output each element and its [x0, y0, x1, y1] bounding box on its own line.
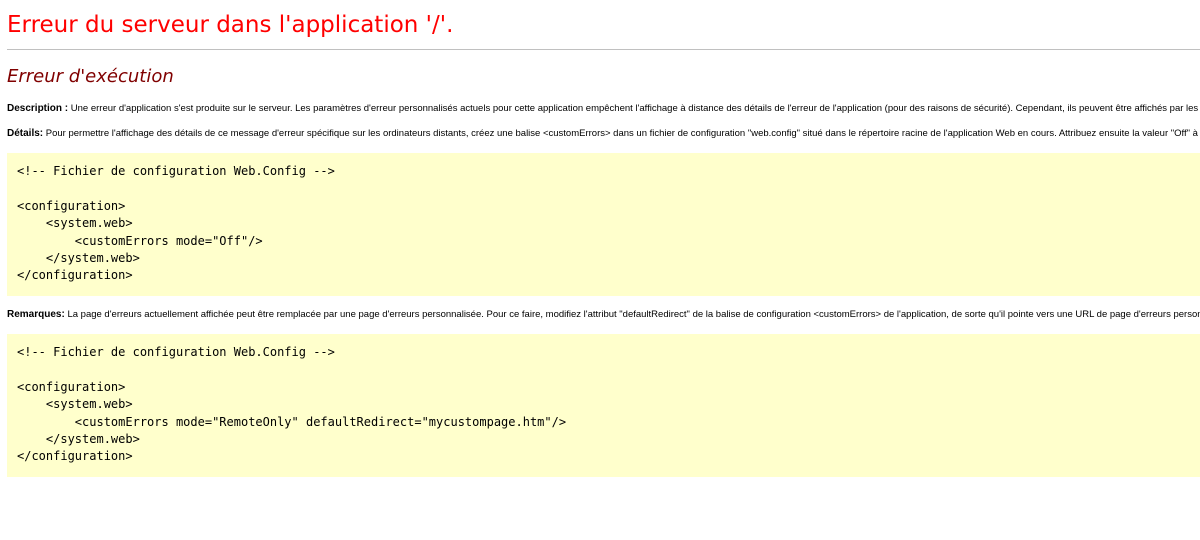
- code-block-config-remoteonly: <!-- Fichier de configuration Web.Config…: [7, 334, 1200, 477]
- remarks-paragraph: Remarques: La page d'erreurs actuellemen…: [7, 308, 1200, 322]
- error-page: Erreur du serveur dans l'application '/'…: [0, 0, 1200, 540]
- remarks-label: Remarques:: [7, 309, 65, 320]
- code-block-config-off: <!-- Fichier de configuration Web.Config…: [7, 153, 1200, 296]
- page-subtitle: Erreur d'exécution: [7, 66, 174, 87]
- details-text: Pour permettre l'affichage des détails d…: [45, 128, 1200, 139]
- description-text: Une erreur d'application s'est produite …: [70, 103, 1200, 114]
- details-paragraph: Détails: Pour permettre l'affichage des …: [7, 127, 1200, 141]
- remarks-text: La page d'erreurs actuellement affichée …: [67, 309, 1200, 320]
- code-block-config-off-text: <!-- Fichier de configuration Web.Config…: [17, 164, 335, 283]
- details-label: Détails:: [7, 128, 44, 139]
- code-block-config-remoteonly-text: <!-- Fichier de configuration Web.Config…: [17, 345, 567, 464]
- page-title: Erreur du serveur dans l'application '/'…: [7, 12, 454, 38]
- title-divider: [7, 49, 1200, 50]
- description-paragraph: Description : Une erreur d'application s…: [7, 102, 1200, 116]
- description-label: Description :: [7, 103, 69, 114]
